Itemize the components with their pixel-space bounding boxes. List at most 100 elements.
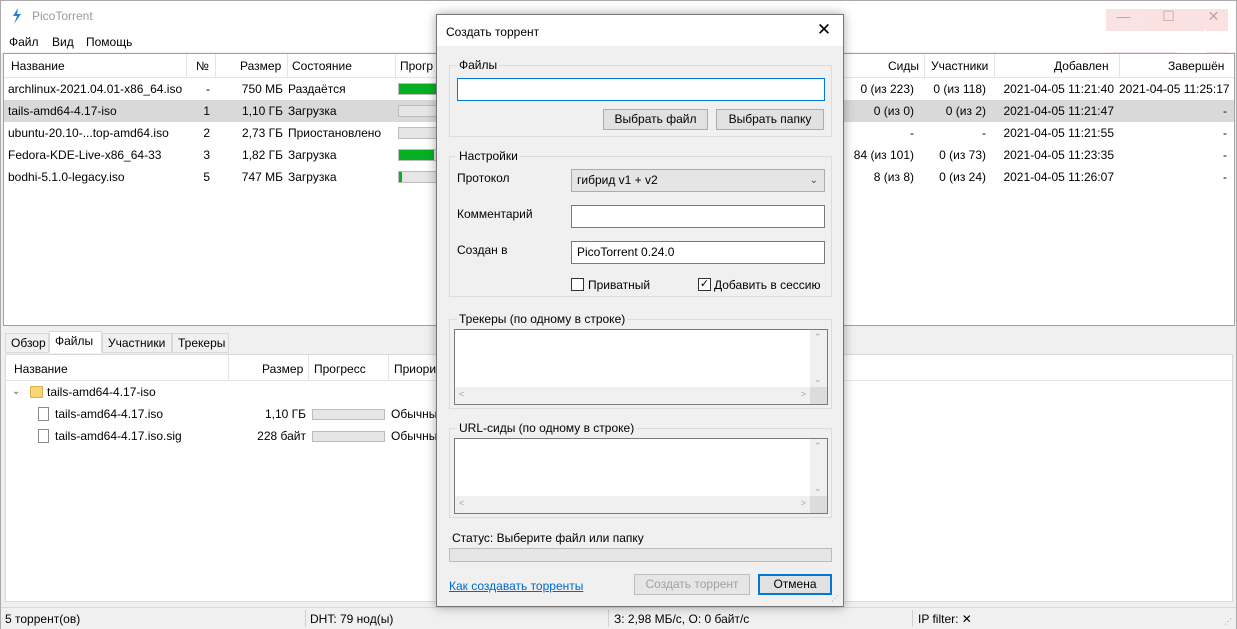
scroll-right-icon[interactable]: >: [801, 389, 806, 399]
menu-help[interactable]: Помощь: [86, 35, 132, 49]
col-progress[interactable]: Прогр: [400, 59, 433, 73]
dialog-title: Создать торрент: [446, 25, 540, 39]
resize-grip-icon[interactable]: ⋰: [831, 594, 841, 604]
tab-trackers[interactable]: Трекеры: [172, 333, 229, 353]
status-speed: З: 2,98 МБ/с, О: 0 байт/с: [614, 612, 750, 626]
scroll-corner: [810, 496, 827, 513]
torrent-num: -: [206, 82, 210, 96]
files-col-size[interactable]: Размер: [262, 362, 303, 376]
menu-view[interactable]: Вид: [52, 35, 74, 49]
help-link[interactable]: Как создавать торренты: [449, 579, 583, 593]
files-col-progress[interactable]: Прогресс: [314, 362, 366, 376]
torrent-num: 1: [203, 104, 210, 118]
torrent-name: bodhi-5.1.0-legacy.iso: [8, 170, 125, 184]
minimize-button[interactable]: —: [1101, 1, 1146, 31]
picotorrent-logo-icon: [13, 8, 21, 24]
scroll-up-icon[interactable]: ⌃: [814, 332, 822, 343]
created-by-input[interactable]: PicoTorrent 0.24.0: [571, 241, 825, 264]
create-torrent-button[interactable]: Создать торрент: [634, 574, 750, 595]
tab-overview[interactable]: Обзор: [5, 333, 49, 353]
col-size[interactable]: Размер: [240, 59, 281, 73]
file-priority: Обычны: [391, 429, 438, 443]
torrent-seeds: 0 (из 223): [860, 82, 914, 96]
protocol-select[interactable]: гибрид v1 + v2 ⌄: [571, 169, 825, 192]
torrent-seeds: 0 (из 0): [873, 104, 914, 118]
trackers-group-label: Трекеры (по одному в строке): [457, 312, 628, 326]
torrent-added: 2021-04-05 11:21:55: [1003, 126, 1114, 140]
add-to-session-label[interactable]: Добавить в сессию: [714, 278, 820, 292]
scroll-right-icon[interactable]: >: [801, 498, 806, 508]
torrent-state: Загрузка: [288, 148, 337, 162]
torrent-added: 2021-04-05 11:21:40: [1003, 82, 1114, 96]
protocol-value: гибрид v1 + v2: [577, 173, 658, 187]
menu-file[interactable]: Файл: [9, 35, 39, 49]
col-seeds[interactable]: Сиды: [888, 59, 919, 73]
torrent-size: 750 МБ: [241, 82, 283, 96]
settings-group: Настройки Протокол гибрид v1 + v2 ⌄ Комм…: [449, 149, 832, 297]
col-state[interactable]: Состояние: [292, 59, 352, 73]
status-ipfilter: IP filter: ✕: [918, 612, 972, 626]
col-added[interactable]: Добавлен: [1054, 59, 1109, 73]
torrent-size: 747 МБ: [241, 170, 283, 184]
create-progress-bar: [449, 548, 832, 562]
torrent-peers: 0 (из 118): [933, 82, 986, 96]
scroll-corner: [810, 387, 827, 404]
trackers-textarea[interactable]: ⌃ ⌄ < >: [454, 329, 828, 405]
dialog-title-bar: Создать торрент ✕: [437, 15, 843, 46]
scroll-up-icon[interactable]: ⌃: [814, 441, 822, 452]
file-name: tails-amd64-4.17.iso: [55, 407, 164, 421]
file-progress-bar: [312, 409, 385, 420]
url-seeds-textarea[interactable]: ⌃ ⌄ < >: [454, 438, 828, 514]
private-checkbox[interactable]: [571, 278, 584, 291]
files-col-name[interactable]: Название: [14, 362, 68, 376]
torrent-added: 2021-04-05 11:23:35: [1003, 148, 1114, 162]
scroll-down-icon[interactable]: ⌄: [814, 483, 822, 494]
files-group-label: Файлы: [457, 58, 500, 72]
add-to-session-checkbox[interactable]: ✓: [698, 278, 711, 291]
col-completed[interactable]: Завершён: [1168, 59, 1224, 73]
torrent-progress-fill: [399, 172, 402, 182]
folder-icon: [30, 386, 43, 398]
private-label[interactable]: Приватный: [588, 278, 650, 292]
col-num[interactable]: №: [196, 59, 209, 73]
close-window-button[interactable]: ✕: [1191, 1, 1236, 31]
file-size: 228 байт: [257, 429, 306, 443]
torrent-added: 2021-04-05 11:26:07: [1003, 170, 1114, 184]
col-name[interactable]: Название: [11, 59, 65, 73]
torrent-name: Fedora-KDE-Live-x86_64-33: [8, 148, 162, 162]
torrent-size: 2,73 ГБ: [241, 126, 283, 140]
vertical-scrollbar[interactable]: ⌃ ⌄: [810, 439, 827, 496]
col-peers[interactable]: Участники: [931, 59, 988, 73]
torrent-completed: 2021-04-05 11:25:17: [1119, 82, 1230, 96]
horizontal-scrollbar[interactable]: < >: [455, 387, 810, 404]
resize-grip-icon[interactable]: ⋰: [1224, 617, 1234, 627]
scroll-down-icon[interactable]: ⌄: [814, 374, 822, 385]
vertical-scrollbar[interactable]: ⌃ ⌄: [810, 330, 827, 387]
tab-files[interactable]: Файлы: [49, 331, 102, 353]
torrent-completed: -: [1223, 104, 1227, 118]
maximize-button[interactable]: ☐: [1146, 1, 1191, 31]
scroll-left-icon[interactable]: <: [459, 498, 464, 508]
comment-input[interactable]: [571, 205, 825, 228]
folder-name: tails-amd64-4.17-iso: [47, 385, 156, 399]
dialog-close-button[interactable]: ✕: [813, 19, 835, 41]
comment-label: Комментарий: [457, 207, 533, 221]
create-status-text: Статус: Выберите файл или папку: [452, 531, 644, 545]
horizontal-scrollbar[interactable]: < >: [455, 496, 810, 513]
choose-folder-button[interactable]: Выбрать папку: [716, 109, 824, 130]
choose-file-button[interactable]: Выбрать файл: [603, 109, 708, 130]
torrent-state: Приостановлено: [288, 126, 382, 140]
torrent-size: 1,10 ГБ: [241, 104, 283, 118]
status-torrent-count: 5 торрент(ов): [5, 612, 81, 626]
scroll-left-icon[interactable]: <: [459, 389, 464, 399]
torrent-peers: 0 (из 73): [939, 148, 986, 162]
files-col-priority[interactable]: Приори: [394, 362, 436, 376]
cancel-button[interactable]: Отмена: [758, 574, 832, 595]
chevron-down-icon[interactable]: ⌄: [12, 386, 20, 397]
torrent-seeds: 84 (из 101): [853, 148, 914, 162]
tab-peers[interactable]: Участники: [102, 333, 172, 353]
files-group: Файлы Выбрать файл Выбрать папку: [449, 58, 832, 137]
file-priority: Обычны: [391, 407, 438, 421]
files-path-input[interactable]: [457, 78, 825, 101]
url-seeds-group: URL-сиды (по одному в строке) ⌃ ⌄ < >: [449, 421, 832, 518]
